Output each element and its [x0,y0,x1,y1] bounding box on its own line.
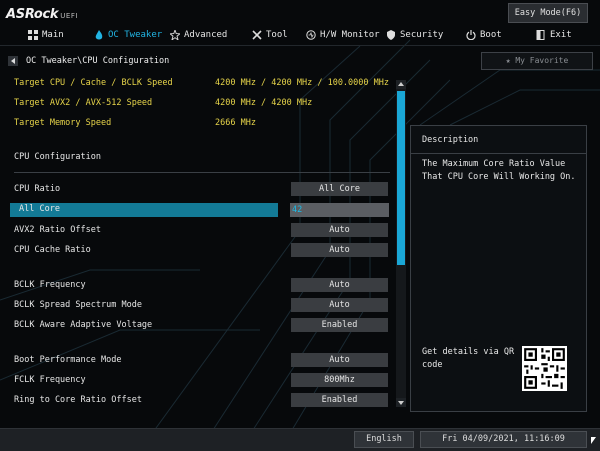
tab-boot[interactable]: Boot [466,26,502,44]
option-boot-performance-label[interactable]: Boot Performance Mode [14,355,121,365]
brand-logo: ASRock UEFI [6,7,78,22]
scroll-down-arrow-icon[interactable] [396,398,406,407]
language-button[interactable]: English [354,431,414,448]
flame-icon [95,30,103,40]
tab-hw-monitor-label: H/W Monitor [320,30,380,40]
option-boot-performance-value[interactable]: Auto [291,353,388,367]
target-avx-value: 4200 MHz / 4200 MHz [215,98,313,108]
star-icon [170,30,180,40]
my-favorite-label: My Favorite [515,56,569,65]
tab-oc-tweaker[interactable]: OC Tweaker [94,26,162,44]
tab-exit-label: Exit [550,30,572,40]
tab-hw-monitor[interactable]: H/W Monitor [306,26,380,44]
tools-icon [252,30,262,40]
option-cpu-cache-ratio-label[interactable]: CPU Cache Ratio [14,245,91,255]
section-title: CPU Configuration [14,152,101,162]
option-bclk-frequency-label[interactable]: BCLK Frequency [14,280,86,290]
breadcrumb: OC Tweaker\CPU Configuration [26,56,170,66]
target-memory-value: 2666 MHz [215,118,256,128]
mouse-cursor-icon [591,437,596,444]
target-cpu-label: Target CPU / Cache / BCLK Speed [14,78,173,88]
main-nav: Main OC Tweaker Advanced Tool H/W Monito… [0,26,600,44]
option-bclk-spread-spectrum-value[interactable]: Auto [291,298,388,312]
option-avx2-ratio-offset-value[interactable]: Auto [291,223,388,237]
exit-icon [536,30,545,40]
tab-tool[interactable]: Tool [252,26,288,44]
option-bclk-frequency-value[interactable]: Auto [291,278,388,292]
option-ring-core-offset-value[interactable]: Enabled [291,393,388,407]
option-ring-core-offset-label[interactable]: Ring to Core Ratio Offset [14,395,142,405]
shield-icon [387,30,395,40]
scrollbar-thumb[interactable] [397,91,405,265]
grid-icon [28,30,38,40]
description-divider [411,153,586,154]
tab-tool-label: Tool [266,30,288,40]
tab-boot-label: Boot [480,30,502,40]
back-button[interactable] [8,56,18,66]
easy-mode-button[interactable]: Easy Mode(F6) [508,3,588,23]
tab-advanced-label: Advanced [184,30,228,40]
description-text: The Maximum Core Ratio Value That CPU Co… [422,159,576,182]
tab-security-label: Security [400,30,444,40]
tab-security[interactable]: Security [386,26,443,44]
target-cpu-value: 4200 MHz / 4200 MHz / 100.0000 MHz [215,78,389,88]
qr-caption: Get details via QR code [422,347,515,370]
option-cpu-ratio-value[interactable]: All Core [291,182,388,196]
tab-main[interactable]: Main [28,26,64,44]
target-memory-label: Target Memory Speed [14,118,112,128]
option-fclk-frequency-value[interactable]: 800Mhz [291,373,388,387]
tab-main-label: Main [42,30,64,40]
scroll-up-arrow-icon[interactable] [396,80,406,89]
qr-code-icon [522,346,567,391]
monitor-icon [306,30,316,40]
option-bclk-spread-spectrum-label[interactable]: BCLK Spread Spectrum Mode [14,300,142,310]
option-avx2-ratio-offset-label[interactable]: AVX2 Ratio Offset [14,225,101,235]
my-favorite-button[interactable]: ★ My Favorite [481,52,593,70]
datetime-display[interactable]: Fri 04/09/2021, 11:16:09 [420,431,587,448]
option-bclk-aware-voltage-value[interactable]: Enabled [291,318,388,332]
tab-oc-tweaker-label: OC Tweaker [108,30,163,40]
option-bclk-aware-voltage-label[interactable]: BCLK Aware Adaptive Voltage [14,320,152,330]
option-all-core-input[interactable]: 42 [290,203,389,217]
tab-advanced[interactable]: Advanced [170,26,227,44]
section-divider [14,172,390,173]
power-icon [466,30,476,40]
option-cpu-ratio-label[interactable]: CPU Ratio [14,184,60,194]
option-cpu-cache-ratio-value[interactable]: Auto [291,243,388,257]
tab-exit[interactable]: Exit [536,26,572,44]
description-title: Description [422,135,479,145]
option-all-core-label[interactable]: All Core [19,204,60,214]
option-fclk-frequency-label[interactable]: FCLK Frequency [14,375,86,385]
nav-divider [0,45,600,46]
target-avx-label: Target AVX2 / AVX-512 Speed [14,98,153,108]
